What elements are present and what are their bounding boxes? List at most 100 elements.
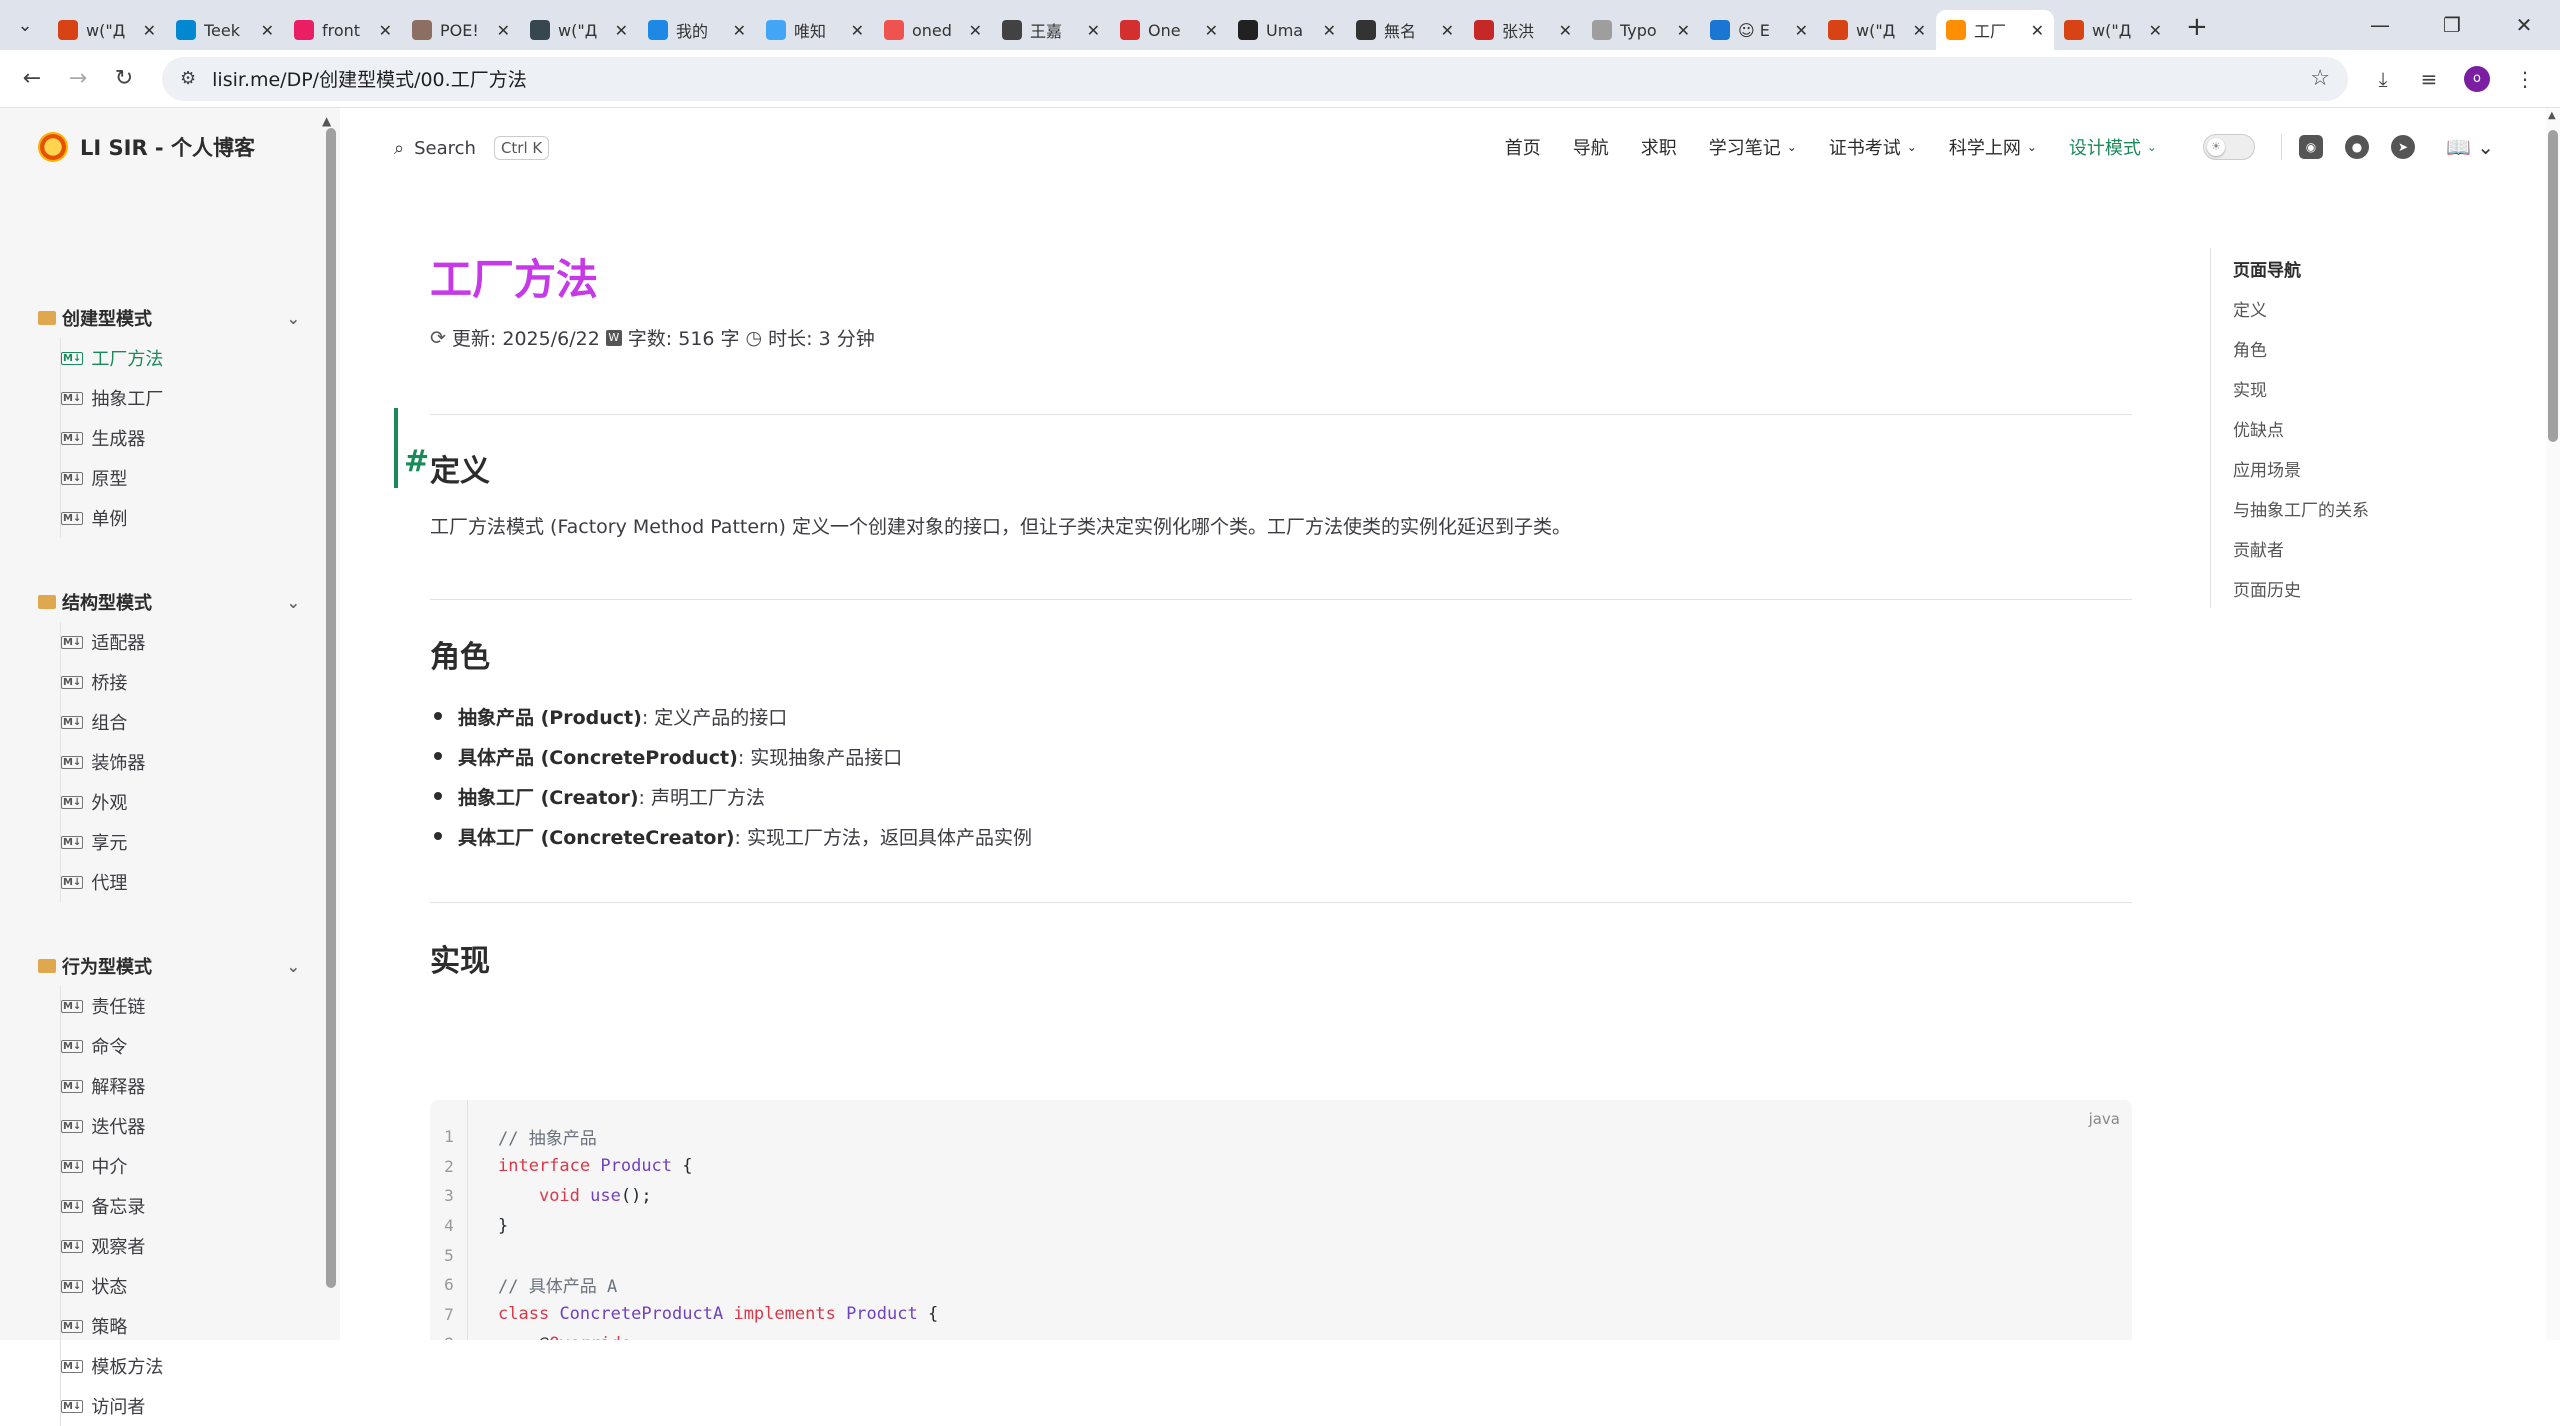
nav-link[interactable]: 学习笔记 ⌄ [1709, 134, 1797, 160]
browser-tab[interactable]: 王嘉 ✕ [992, 10, 1110, 50]
close-window-icon[interactable]: ✕ [2488, 13, 2560, 37]
outline-link[interactable]: 页面历史 [2233, 568, 2369, 608]
new-tab-button[interactable]: + [2172, 12, 2222, 50]
page-scrollbar[interactable]: ▲ [2546, 108, 2560, 1340]
browser-tab[interactable]: One ✕ [1110, 10, 1228, 50]
site-title[interactable]: LI SIR - 个人博客 [80, 132, 255, 162]
sidebar-group-header[interactable]: 结构型模式 ⌄ [38, 582, 300, 622]
tab-close-icon[interactable]: ✕ [1087, 21, 1100, 40]
tab-close-icon[interactable]: ✕ [497, 21, 510, 40]
restore-icon[interactable]: ❐ [2416, 13, 2488, 37]
outline-link[interactable]: 定义 [2233, 288, 2369, 328]
tab-close-icon[interactable]: ✕ [1323, 21, 1336, 40]
tab-close-icon[interactable]: ✕ [1441, 21, 1454, 40]
sidebar-group-header[interactable]: 行为型模式 ⌄ [38, 946, 300, 986]
tab-close-icon[interactable]: ✕ [2031, 21, 2044, 40]
browser-tab[interactable]: w("Д ✕ [520, 10, 638, 50]
browser-tab[interactable]: w("Д ✕ [1818, 10, 1936, 50]
telegram-icon[interactable]: ➤ [2390, 134, 2416, 160]
sidebar-item[interactable]: M↓ 状态 [61, 1266, 300, 1306]
back-icon[interactable]: ← [12, 59, 52, 99]
nav-link[interactable]: 首页 [1505, 134, 1541, 160]
nav-link[interactable]: 证书考试 ⌄ [1829, 134, 1917, 160]
browser-tab[interactable]: Uma ✕ [1228, 10, 1346, 50]
browser-tab[interactable]: ☺ E ✕ [1700, 10, 1818, 50]
sidebar-scrollbar[interactable] [326, 128, 336, 1288]
tab-search-icon[interactable]: ⌄ [8, 8, 42, 42]
sidebar-item[interactable]: M↓ 工厂方法 [61, 338, 300, 378]
browser-tab[interactable]: w("Д ✕ [48, 10, 166, 50]
sidebar-item[interactable]: M↓ 命令 [61, 1026, 300, 1066]
tab-close-icon[interactable]: ✕ [143, 21, 156, 40]
outline-link[interactable]: 角色 [2233, 328, 2369, 368]
browser-tab[interactable]: 张洪 ✕ [1464, 10, 1582, 50]
page-scroll-thumb[interactable] [2548, 130, 2558, 442]
nav-link[interactable]: 求职 [1641, 134, 1677, 160]
tab-close-icon[interactable]: ✕ [379, 21, 392, 40]
scroll-up-arrow-icon[interactable]: ▲ [322, 114, 331, 128]
nav-link[interactable]: 设计模式 ⌄ [2069, 134, 2157, 160]
outline-link[interactable]: 贡献者 [2233, 528, 2369, 568]
sidebar-item[interactable]: M↓ 桥接 [61, 662, 300, 702]
browser-tab[interactable]: POE! ✕ [402, 10, 520, 50]
browser-tab[interactable]: oned ✕ [874, 10, 992, 50]
sidebar-item[interactable]: M↓ 代理 [61, 862, 300, 902]
outline-link[interactable]: 实现 [2233, 368, 2369, 408]
sidebar-group-header[interactable]: 创建型模式 ⌄ [38, 298, 300, 338]
reload-icon[interactable]: ↻ [104, 59, 144, 99]
sidebar-item[interactable]: M↓ 中介 [61, 1146, 300, 1186]
theme-toggle[interactable]: ☀ [2202, 134, 2255, 160]
browser-tab[interactable]: 我的 ✕ [638, 10, 756, 50]
profile-avatar[interactable]: o [2464, 65, 2490, 92]
browser-tab[interactable]: 唯知 ✕ [756, 10, 874, 50]
sidebar-item[interactable]: M↓ 解释器 [61, 1066, 300, 1106]
bookmark-star-icon[interactable]: ☆ [2310, 66, 2330, 91]
tab-close-icon[interactable]: ✕ [1795, 21, 1808, 40]
sidebar-item[interactable]: M↓ 单例 [61, 498, 300, 538]
outline-link[interactable]: 与抽象工厂的关系 [2233, 488, 2369, 528]
tab-close-icon[interactable]: ✕ [1677, 21, 1690, 40]
scroll-up-arrow-icon[interactable]: ▲ [2548, 110, 2556, 121]
browser-menu-icon[interactable]: ⋮ [2502, 67, 2548, 91]
tab-close-icon[interactable]: ✕ [969, 21, 982, 40]
nav-link[interactable]: 科学上网 ⌄ [1949, 134, 2037, 160]
sidebar-item[interactable]: M↓ 享元 [61, 822, 300, 862]
outline-link[interactable]: 优缺点 [2233, 408, 2369, 448]
rss-icon[interactable]: ◉ [2298, 134, 2324, 160]
github-icon[interactable]: ● [2344, 134, 2370, 160]
sidebar-item[interactable]: M↓ 组合 [61, 702, 300, 742]
minimize-icon[interactable]: — [2344, 13, 2416, 37]
browser-tab[interactable]: Typo ✕ [1582, 10, 1700, 50]
site-info-icon[interactable]: ⚙ [180, 68, 196, 89]
chevron-down-icon[interactable]: ⌄ [287, 957, 300, 976]
site-brand[interactable]: LI SIR - 个人博客 [38, 132, 255, 162]
sidebar-item[interactable]: M↓ 访问者 [61, 1386, 300, 1426]
tab-close-icon[interactable]: ✕ [1913, 21, 1926, 40]
tab-close-icon[interactable]: ✕ [1205, 21, 1218, 40]
outline-link[interactable]: 应用场景 [2233, 448, 2369, 488]
tab-close-icon[interactable]: ✕ [615, 21, 628, 40]
browser-tab[interactable]: front ✕ [284, 10, 402, 50]
heading-anchor-link[interactable]: # [404, 444, 429, 479]
sidebar-item[interactable]: M↓ 抽象工厂 [61, 378, 300, 418]
browser-tab[interactable]: 無名 ✕ [1346, 10, 1464, 50]
tab-close-icon[interactable]: ✕ [261, 21, 274, 40]
url-text[interactable]: lisir.me/DP/创建型模式/00.工厂方法 [212, 65, 2310, 92]
tab-close-icon[interactable]: ✕ [1559, 21, 1572, 40]
address-bar[interactable]: ⚙ lisir.me/DP/创建型模式/00.工厂方法 ☆ [162, 56, 2348, 101]
tab-close-icon[interactable]: ✕ [851, 21, 864, 40]
browser-tab[interactable]: Teek ✕ [166, 10, 284, 50]
forward-icon[interactable]: → [58, 59, 98, 99]
nav-link[interactable]: 导航 [1573, 134, 1609, 160]
book-menu-icon[interactable]: 📖 ⌄ [2446, 135, 2494, 159]
sidebar-item[interactable]: M↓ 备忘录 [61, 1186, 300, 1226]
sidebar-item[interactable]: M↓ 生成器 [61, 418, 300, 458]
sidebar-item[interactable]: M↓ 装饰器 [61, 742, 300, 782]
browser-tab[interactable]: w("Д ✕ [2054, 10, 2172, 50]
sidebar-item[interactable]: M↓ 适配器 [61, 622, 300, 662]
sidebar-item[interactable]: M↓ 观察者 [61, 1226, 300, 1266]
browser-tab[interactable]: 工厂 ✕ [1936, 10, 2054, 50]
chevron-down-icon[interactable]: ⌄ [287, 593, 300, 612]
sidebar-item[interactable]: M↓ 模板方法 [61, 1346, 300, 1386]
sidebar-item[interactable]: M↓ 责任链 [61, 986, 300, 1026]
